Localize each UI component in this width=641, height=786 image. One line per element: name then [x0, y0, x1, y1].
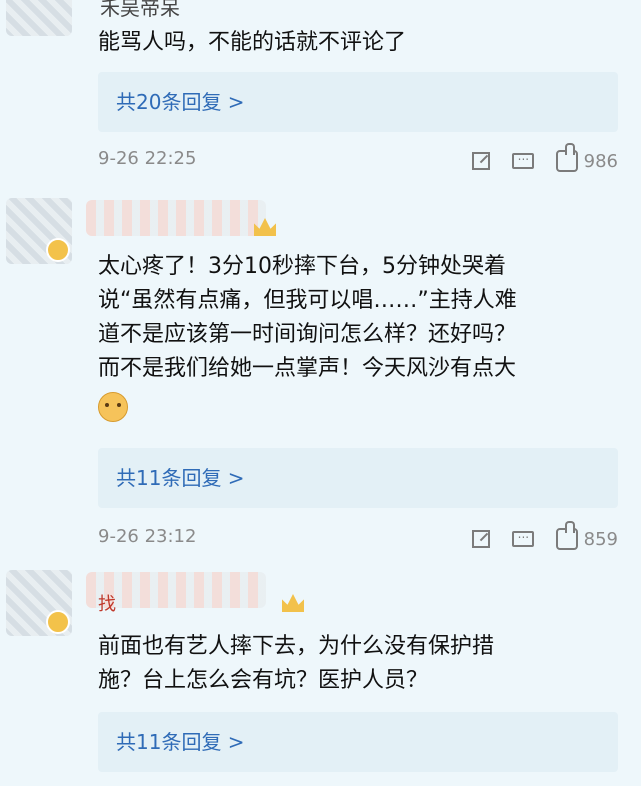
- comment-text: 前面也有艺人摔下去，为什么没有保护措 施？台上怎么会有坑？医护人员？: [98, 630, 618, 698]
- username-partial[interactable]: 禾吴帝呆: [100, 0, 180, 21]
- comment-text-line: 施？台上怎么会有坑？医护人员？: [98, 668, 429, 693]
- replies-box[interactable]: 共11条回复 >: [98, 448, 618, 508]
- replies-box[interactable]: 共11条回复 >: [98, 712, 618, 772]
- like-count: 859: [583, 528, 618, 550]
- username-blurred[interactable]: [86, 200, 266, 236]
- share-icon[interactable]: [471, 530, 490, 548]
- comment-icon[interactable]: [511, 527, 534, 547]
- like-button[interactable]: 859: [555, 521, 618, 550]
- avatar[interactable]: [6, 198, 72, 264]
- replies-link[interactable]: 共20条回复 >: [116, 86, 245, 115]
- action-bar: 986: [471, 143, 618, 176]
- replies-link[interactable]: 共11条回复 >: [116, 726, 245, 755]
- comment-text-line: 前面也有艺人摔下去，为什么没有保护措: [98, 634, 495, 659]
- comment-text-line: 而不是我们给她一点掌声！今天风沙有点大: [98, 356, 517, 381]
- like-button[interactable]: 986: [555, 143, 618, 172]
- timestamp: 9-26 23:12: [98, 526, 197, 547]
- thumbs-up-icon[interactable]: [555, 143, 578, 172]
- share-icon[interactable]: [471, 152, 490, 170]
- comment-text-line: 太心疼了！3分10秒摔下台，5分钟处哭着: [98, 254, 506, 279]
- comment-text: 能骂人吗，不能的话就不评论了: [98, 26, 618, 60]
- avatar-blur: [6, 0, 72, 36]
- comment-text-line: 能骂人吗，不能的话就不评论了: [98, 30, 407, 55]
- comment-text-line: 道不是应该第一时间询问怎么样？还好吗？: [98, 322, 517, 347]
- action-bar: 859: [471, 521, 618, 554]
- comment-meta: 9-26 22:25 986: [98, 143, 618, 176]
- verified-badge-icon: [46, 238, 70, 262]
- thumbs-up-icon[interactable]: [555, 521, 578, 550]
- crown-icon: [282, 594, 304, 612]
- comment-3: 找 前面也有艺人摔下去，为什么没有保护措 施？台上怎么会有坑？医护人员？ 共11…: [0, 566, 641, 786]
- verified-badge-icon: [46, 610, 70, 634]
- avatar[interactable]: [6, 570, 72, 636]
- timestamp: 9-26 22:25: [98, 148, 197, 169]
- comment-2: 太心疼了！3分10秒摔下台，5分钟处哭着 说“虽然有点痛，但我可以唱……”主持人…: [0, 190, 641, 560]
- replies-link[interactable]: 共11条回复 >: [116, 462, 245, 491]
- comment-text-line: 说“虽然有点痛，但我可以唱……”主持人难: [98, 288, 517, 313]
- avatar[interactable]: [6, 0, 72, 36]
- comment-text: 太心疼了！3分10秒摔下台，5分钟处哭着 说“虽然有点痛，但我可以唱……”主持人…: [98, 250, 618, 424]
- comment-1: 禾吴帝呆 能骂人吗，不能的话就不评论了 共20条回复 > 9-26 22:25 …: [0, 0, 641, 186]
- comment-icon[interactable]: [511, 149, 534, 169]
- upside-down-face-emoji-icon: [98, 392, 128, 422]
- like-count: 986: [583, 150, 618, 172]
- comment-meta: 9-26 23:12 859: [98, 521, 618, 554]
- username-partial[interactable]: 找: [98, 590, 116, 616]
- replies-box[interactable]: 共20条回复 >: [98, 72, 618, 132]
